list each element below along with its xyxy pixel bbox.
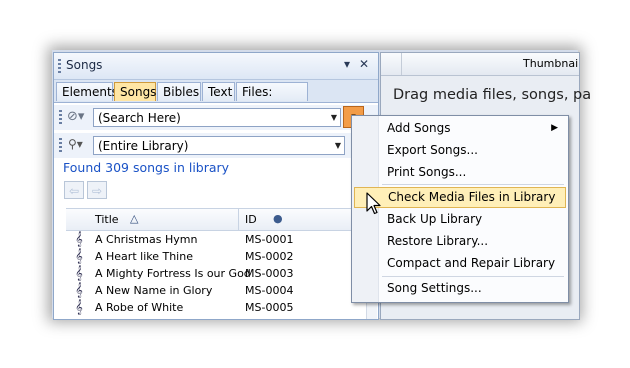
song-title: A New Name in Glory — [95, 284, 213, 297]
search-toolbar: ⊘▾ (Search Here) ▼ ▾ — [54, 105, 378, 130]
toolbar-grip[interactable] — [59, 138, 62, 152]
search-input[interactable]: (Search Here) ▼ — [93, 108, 341, 127]
song-note-icon: 𝄞 — [75, 266, 83, 281]
song-note-icon: 𝄞 — [75, 300, 83, 315]
drag-hint-text: Drag media files, songs, pa — [393, 87, 592, 103]
tab-bibles[interactable]: Bibles — [157, 82, 201, 101]
tab-label: Text — [208, 85, 233, 99]
table-row[interactable]: 𝄞 A Mighty Fortress Is our God MS-0003 — [66, 265, 366, 282]
pin-dropdown-icon[interactable]: ▾ — [344, 57, 350, 71]
filter-icon[interactable]: ⚲▾ — [68, 137, 83, 151]
table-row[interactable]: 𝄞 A New Name in Glory MS-0004 — [66, 282, 366, 299]
table-row[interactable]: 𝄞 A Robe of White MS-0005 — [66, 299, 366, 316]
song-note-icon: 𝄞 — [75, 283, 83, 298]
menu-item-back-up-library[interactable]: Back Up Library — [354, 209, 566, 230]
table-row[interactable]: 𝄞 A Heart like Thine MS-0002 — [66, 248, 366, 265]
tab-songs[interactable]: Songs — [114, 82, 156, 101]
header-column — [381, 53, 402, 75]
thumbnail-column-header[interactable]: Thumbnai — [523, 57, 578, 70]
search-value: (Search Here) — [98, 111, 181, 125]
song-id: MS-0002 — [245, 250, 294, 263]
songs-panel: Songs ▾ ✕ Elements Songs Bibles Text Fil… — [53, 52, 379, 320]
songs-table: Title △ ID ● 𝄞 A Christmas Hymn MS-0001 … — [66, 208, 366, 319]
close-icon[interactable]: ✕ — [359, 57, 369, 71]
tab-label: Elements — [62, 85, 118, 99]
song-title: A Christmas Hymn — [95, 233, 198, 246]
menu-separator — [382, 276, 564, 277]
panel-titlebar: Songs ▾ ✕ — [54, 53, 378, 80]
menu-item-print-songs[interactable]: Print Songs... — [354, 162, 566, 183]
chevron-down-icon[interactable]: ▼ — [328, 109, 340, 126]
tab-files-loops[interactable]: Files: Loops — [236, 82, 308, 118]
menu-item-label: Add Songs — [387, 121, 451, 135]
tab-label: Songs — [120, 85, 157, 99]
menu-separator — [382, 184, 564, 185]
song-id: MS-0003 — [245, 267, 294, 280]
media-pane-header: Thumbnai — [381, 53, 579, 76]
scope-toolbar: ⚲▾ (Entire Library) ▼ — [54, 133, 378, 158]
tab-label: Bibles — [163, 85, 200, 99]
menu-item-label: Compact and Repair Library — [387, 256, 556, 270]
menu-item-label: Print Songs... — [387, 165, 467, 179]
grip-handle[interactable] — [58, 59, 61, 73]
song-title: A Robe of White — [95, 301, 184, 314]
menu-item-export-songs[interactable]: Export Songs... — [354, 140, 566, 161]
mouse-pointer-icon — [366, 192, 381, 215]
menu-item-label: Back Up Library — [387, 212, 483, 226]
panel-title: Songs — [66, 58, 103, 72]
forward-arrow-icon[interactable]: ⇨ — [87, 181, 107, 199]
table-row[interactable]: 𝄞 A Christmas Hymn MS-0001 — [66, 231, 366, 248]
menu-item-restore-library[interactable]: Restore Library... — [354, 231, 566, 252]
songs-count-text: Found 309 songs in library — [63, 160, 230, 175]
toolbar-grip[interactable] — [59, 110, 62, 124]
song-title: A Heart like Thine — [95, 250, 193, 263]
song-note-icon: 𝄞 — [75, 249, 83, 264]
song-id: MS-0005 — [245, 301, 294, 314]
scope-value: (Entire Library) — [98, 139, 189, 153]
tab-elements[interactable]: Elements — [56, 82, 118, 101]
menu-item-compact-repair[interactable]: Compact and Repair Library — [354, 253, 566, 274]
column-divider[interactable] — [238, 209, 239, 230]
song-id: MS-0004 — [245, 284, 294, 297]
menu-item-label: Check Media Files in Library — [388, 190, 556, 204]
menu-item-add-songs[interactable]: Add Songs ▶ — [354, 118, 566, 139]
menu-item-label: Song Settings... — [387, 281, 482, 295]
back-arrow-icon[interactable]: ⇦ — [64, 181, 84, 199]
title-column-header[interactable]: Title — [95, 213, 119, 226]
menu-item-check-media-files[interactable]: Check Media Files in Library — [354, 187, 566, 208]
menu-item-song-settings[interactable]: Song Settings... — [354, 278, 566, 299]
table-header: Title △ ID ● — [66, 209, 366, 231]
song-id: MS-0001 — [245, 233, 294, 246]
menu-item-label: Export Songs... — [387, 143, 478, 157]
circle-icon: ● — [273, 212, 283, 225]
search-options-icon[interactable]: ⊘▾ — [67, 109, 84, 124]
id-column-header[interactable]: ID — [245, 213, 257, 226]
song-note-icon: 𝄞 — [75, 232, 83, 247]
library-context-menu: Add Songs ▶ Export Songs... Print Songs.… — [351, 115, 569, 303]
chevron-down-icon[interactable]: ▼ — [332, 137, 344, 154]
tab-text[interactable]: Text — [202, 82, 235, 101]
menu-item-label: Restore Library... — [387, 234, 489, 248]
song-title: A Mighty Fortress Is our God — [95, 267, 251, 280]
submenu-arrow-icon: ▶ — [551, 123, 558, 133]
library-scope-select[interactable]: (Entire Library) ▼ — [93, 136, 345, 155]
sort-ascending-icon: △ — [130, 212, 139, 225]
panel-tabs: Elements Songs Bibles Text Files: Loops — [54, 80, 378, 118]
